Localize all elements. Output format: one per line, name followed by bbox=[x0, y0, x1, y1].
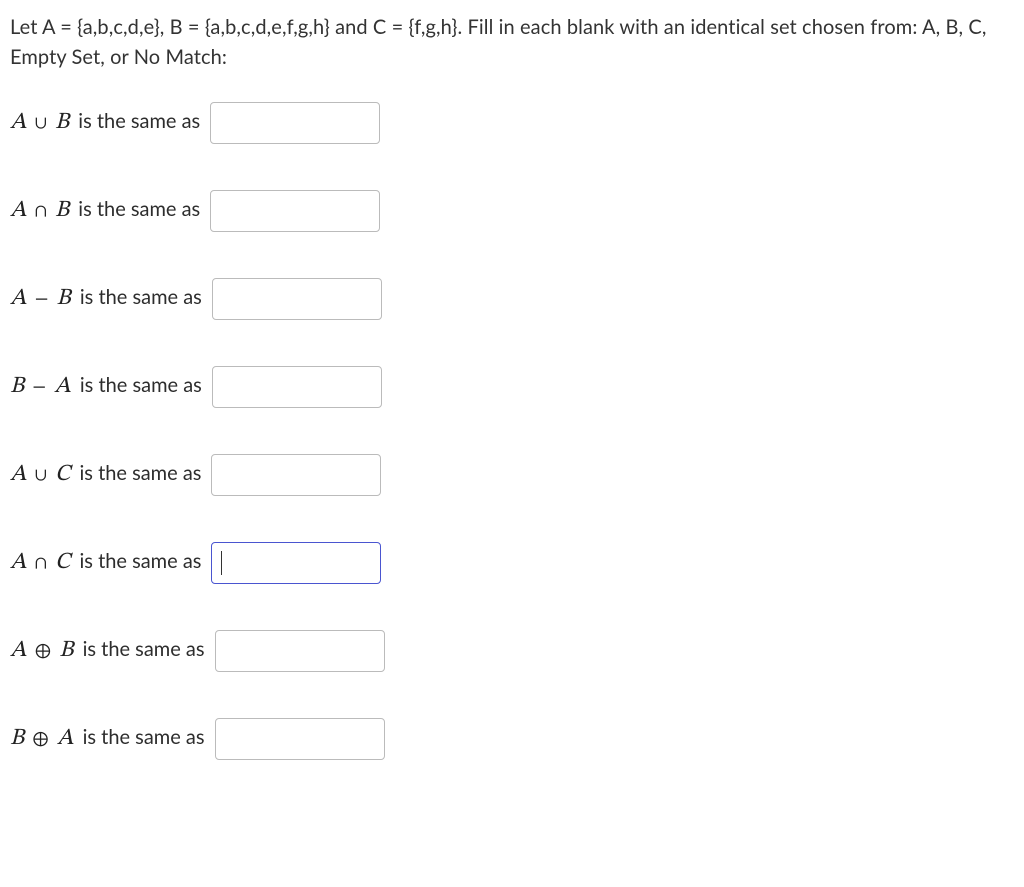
answer-input[interactable] bbox=[215, 718, 385, 760]
left-operand: A bbox=[10, 639, 27, 662]
question-row: A ∩ B is the same as bbox=[10, 190, 1014, 232]
right-operand: B bbox=[55, 111, 69, 134]
answer-input[interactable] bbox=[211, 454, 381, 496]
operator: ∩ bbox=[32, 554, 50, 573]
left-operand: B bbox=[10, 727, 24, 750]
right-operand: C bbox=[55, 463, 70, 486]
operator: − bbox=[32, 290, 52, 309]
right-operand: B bbox=[55, 199, 69, 222]
left-operand: B bbox=[10, 375, 24, 398]
operator: ∪ bbox=[32, 466, 50, 485]
question-row: B − A is the same as bbox=[10, 366, 1014, 408]
set-expression: A ∪ B is the same as bbox=[10, 106, 208, 141]
right-operand: A bbox=[57, 727, 74, 750]
same-as-label: is the same as bbox=[74, 461, 201, 485]
left-operand: A bbox=[10, 199, 27, 222]
set-expression: B ⊕ A is the same as bbox=[10, 722, 213, 757]
left-operand: A bbox=[10, 551, 27, 574]
operator: ⊕ bbox=[29, 730, 51, 749]
right-operand: B bbox=[57, 287, 71, 310]
same-as-label: is the same as bbox=[73, 197, 200, 221]
set-expression: A ∩ B is the same as bbox=[10, 194, 208, 229]
set-expression: A ∪ C is the same as bbox=[10, 458, 209, 493]
left-operand: A bbox=[10, 287, 27, 310]
operator: ⊕ bbox=[32, 642, 54, 661]
question-row: A − B is the same as bbox=[10, 278, 1014, 320]
operator: − bbox=[29, 378, 49, 397]
question-row: A ∪ C is the same as bbox=[10, 454, 1014, 496]
answer-input[interactable] bbox=[210, 190, 380, 232]
left-operand: A bbox=[10, 111, 27, 134]
answer-input[interactable] bbox=[212, 366, 382, 408]
same-as-label: is the same as bbox=[77, 637, 204, 661]
question-row: A ∩ C is the same as bbox=[10, 542, 1014, 584]
set-expression: B − A is the same as bbox=[10, 370, 210, 405]
right-operand: A bbox=[54, 375, 71, 398]
answer-input[interactable] bbox=[211, 542, 381, 584]
question-row: B ⊕ A is the same as bbox=[10, 718, 1014, 760]
same-as-label: is the same as bbox=[77, 725, 204, 749]
set-expression: A ∩ C is the same as bbox=[10, 546, 209, 581]
answer-input[interactable] bbox=[215, 630, 385, 672]
same-as-label: is the same as bbox=[74, 549, 201, 573]
right-operand: B bbox=[59, 639, 73, 662]
left-operand: A bbox=[10, 463, 27, 486]
same-as-label: is the same as bbox=[75, 373, 202, 397]
question-row: A ⊕ B is the same as bbox=[10, 630, 1014, 672]
operator: ∩ bbox=[32, 202, 50, 221]
operator: ∪ bbox=[32, 114, 50, 133]
instructions-text: Let A = {a,b,c,d,e}, B = {a,b,c,d,e,f,g,… bbox=[10, 12, 1014, 72]
answer-input[interactable] bbox=[212, 278, 382, 320]
answer-input[interactable] bbox=[210, 102, 380, 144]
right-operand: C bbox=[55, 551, 70, 574]
questions-list: A ∪ B is the same asA ∩ B is the same as… bbox=[10, 102, 1014, 760]
question-row: A ∪ B is the same as bbox=[10, 102, 1014, 144]
same-as-label: is the same as bbox=[75, 285, 202, 309]
set-expression: A − B is the same as bbox=[10, 282, 210, 317]
set-expression: A ⊕ B is the same as bbox=[10, 634, 213, 669]
same-as-label: is the same as bbox=[73, 109, 200, 133]
